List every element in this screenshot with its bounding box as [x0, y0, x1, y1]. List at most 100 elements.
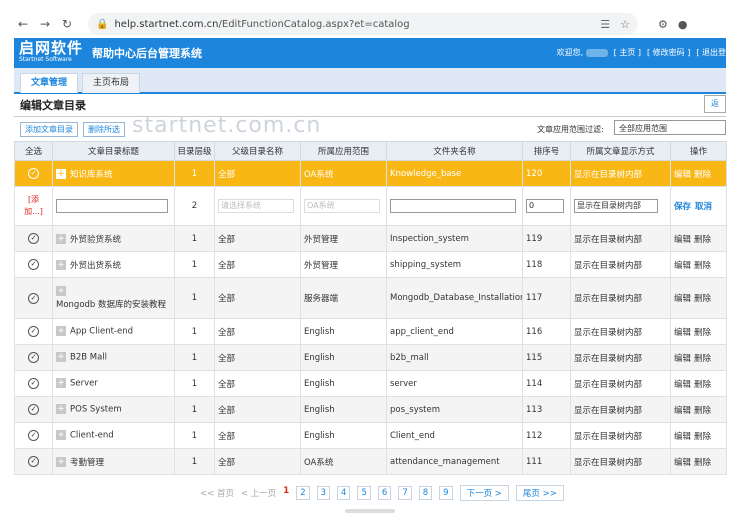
delete-link[interactable]: 删除 [694, 261, 711, 271]
table-row[interactable]: ✓ + Server 1 全部 English server 114 显示在目录树内部 编辑 删除 [14, 370, 727, 397]
new-parent-select[interactable]: 请选择系统 [218, 199, 294, 213]
check-circle-icon[interactable]: ✓ [28, 326, 39, 337]
expand-plus-icon[interactable]: + [56, 378, 66, 389]
new-scope-select[interactable]: OA系统 [304, 199, 380, 213]
row-display: 显示在目录树内部 [570, 448, 671, 475]
expand-plus-icon[interactable]: + [56, 234, 66, 244]
back-button[interactable]: 返 [704, 95, 726, 113]
profile-icon[interactable]: ● [678, 18, 688, 31]
table-row-selected[interactable]: ✓ + 知识库系统 1 全部 OA系统 Knowledge_base 120 显示… [14, 160, 727, 187]
expand-plus-icon[interactable]: + [56, 169, 66, 179]
expand-plus-icon[interactable]: + [56, 457, 66, 467]
expand-plus-icon[interactable]: + [56, 260, 66, 270]
row-title: POS System [70, 404, 122, 415]
expand-plus-icon[interactable]: + [56, 285, 66, 296]
expand-plus-icon[interactable]: + [56, 352, 66, 363]
row-order: 116 [522, 318, 571, 345]
table-row[interactable]: ✓ + 考勤管理 1 全部 OA系统 attendance_management 111 显示在… [14, 448, 727, 475]
next-page-link[interactable]: 下一页 > [459, 485, 509, 501]
check-circle-icon[interactable]: ✓ [28, 430, 39, 441]
check-circle-icon[interactable]: ✓ [28, 292, 39, 304]
save-link[interactable]: 保存 [674, 202, 691, 212]
row-title: B2B Mall [70, 352, 108, 363]
delete-link[interactable]: 删除 [694, 432, 711, 442]
home-link[interactable]: [ 主页 ] [614, 47, 641, 58]
table-row[interactable]: ✓ + App Client-end 1 全部 English app_client_end… [14, 318, 727, 345]
delete-link[interactable]: 删除 [694, 406, 711, 416]
table-row[interactable]: ✓ + 外贸出货系统 1 全部 外贸管理 shipping_system 118 显示在目录树内… [14, 251, 727, 278]
forward-arrow-icon[interactable]: → [36, 15, 54, 33]
row-folder: Client_end [386, 422, 523, 449]
check-circle-icon[interactable]: ✓ [28, 259, 39, 270]
check-circle-icon[interactable]: ✓ [28, 378, 39, 389]
cancel-link[interactable]: 取消 [695, 202, 712, 212]
reload-icon[interactable]: ↻ [58, 15, 76, 33]
page-number-link[interactable]: 1 [283, 486, 289, 500]
new-display-select[interactable]: 显示在目录树内部 [574, 199, 658, 213]
edit-link[interactable]: 编辑 [674, 261, 691, 271]
table-row[interactable]: ✓ + B2B Mall 1 全部 English b2b_mall 115 显示在目录树内部编… [14, 344, 727, 371]
check-circle-icon[interactable]: ✓ [28, 233, 39, 244]
expand-plus-icon[interactable]: + [56, 404, 66, 415]
table-row[interactable]: ✓ + Mongodb 数据库的安装教程 1 全部 服务器端 Mongodb_Databas… [14, 277, 727, 319]
edit-link[interactable]: 编辑 [674, 170, 691, 180]
translate-icon[interactable]: ☰ [600, 18, 610, 31]
extensions-icon[interactable]: ⚙ [658, 18, 668, 31]
row-level: 1 [174, 251, 215, 278]
delete-selected-button[interactable]: 删除所选 [83, 122, 125, 137]
table-row[interactable]: ✓ + POS System 1 全部 English pos_system 113 显示在目录… [14, 396, 727, 423]
add-link[interactable]: [添 加...] [18, 194, 49, 218]
check-circle-icon[interactable]: ✓ [28, 168, 39, 179]
last-page-link[interactable]: 尾页 >> [515, 485, 564, 501]
page-number-link[interactable]: 4 [337, 486, 351, 500]
edit-link[interactable]: 编辑 [674, 235, 691, 245]
page-number-link[interactable]: 5 [357, 486, 371, 500]
page-number-link[interactable]: 2 [296, 486, 310, 500]
expand-plus-icon[interactable]: + [56, 430, 66, 441]
tab-article-management[interactable]: 文章管理 [20, 73, 79, 93]
change-password-link[interactable]: [ 修改密码 ] [647, 47, 690, 58]
edit-link[interactable]: 编辑 [674, 432, 691, 442]
page-number-link[interactable]: 7 [398, 486, 412, 500]
check-circle-icon[interactable]: ✓ [28, 456, 39, 467]
new-folder-input[interactable] [390, 199, 516, 213]
page-number-link[interactable]: 6 [377, 486, 392, 500]
first-page-link[interactable]: << 首页 [200, 487, 234, 499]
table-header-row: 全选 文章目录标题 目录层级 父级目录名称 所属应用范围 文件夹名称 排序号 所… [14, 141, 727, 161]
delete-link[interactable]: 删除 [694, 380, 711, 390]
page-number-link[interactable]: 9 [439, 486, 453, 500]
row-level: 1 [174, 277, 215, 319]
check-circle-icon[interactable]: ✓ [28, 352, 39, 363]
delete-link[interactable]: 删除 [694, 170, 711, 180]
edit-link[interactable]: 编辑 [674, 328, 691, 338]
new-order-input[interactable]: 0 [526, 199, 564, 213]
edit-link[interactable]: 编辑 [674, 294, 691, 304]
address-bar[interactable]: 🔒 help.startnet.com.cn/EditFunctionCatal… [88, 13, 638, 35]
delete-link[interactable]: 删除 [694, 235, 711, 245]
scope-filter-select[interactable]: 全部应用范围 [614, 120, 726, 135]
horizontal-scrollbar[interactable] [345, 509, 395, 513]
delete-link[interactable]: 删除 [694, 328, 711, 338]
logout-link[interactable]: [ 退出登 [696, 47, 726, 58]
edit-link[interactable]: 编辑 [674, 354, 691, 364]
expand-plus-icon[interactable]: + [56, 326, 66, 337]
prev-page-link[interactable]: < 上一页 [241, 487, 276, 499]
bookmark-star-icon[interactable]: ☆ [620, 18, 630, 31]
add-row: [添 加...] 2 请选择系统 OA系统 0 显示在目录树内部 保存 取消 [14, 186, 727, 226]
page-number-link[interactable]: 3 [316, 486, 331, 500]
new-title-input[interactable] [56, 199, 168, 213]
header-select-all[interactable]: 全选 [14, 141, 53, 161]
edit-link[interactable]: 编辑 [674, 458, 691, 468]
page-number-link[interactable]: 8 [418, 486, 433, 500]
delete-link[interactable]: 删除 [694, 458, 711, 468]
table-row[interactable]: ✓ + 外贸验货系统 1 全部 外贸管理 Inspection_system 119 显示在目录… [14, 225, 727, 252]
delete-link[interactable]: 删除 [694, 354, 711, 364]
back-arrow-icon[interactable]: ← [14, 15, 32, 33]
edit-link[interactable]: 编辑 [674, 406, 691, 416]
add-catalog-button[interactable]: 添加文章目录 [20, 122, 78, 137]
delete-link[interactable]: 删除 [694, 294, 711, 304]
table-row[interactable]: ✓ + Client-end 1 全部 English Client_end 112 显示在目录… [14, 422, 727, 449]
edit-link[interactable]: 编辑 [674, 380, 691, 390]
check-circle-icon[interactable]: ✓ [28, 404, 39, 415]
tab-home-layout[interactable]: 主页布局 [82, 73, 141, 93]
